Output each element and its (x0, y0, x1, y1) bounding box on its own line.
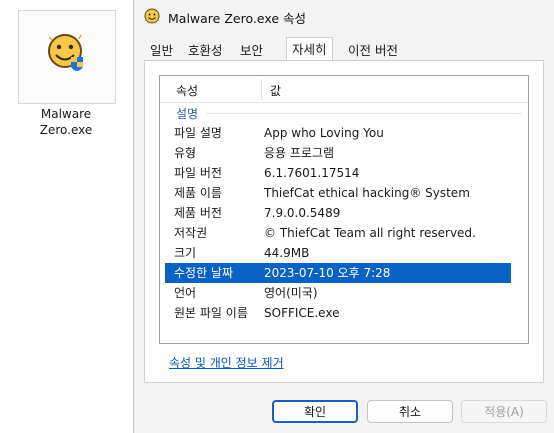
detail-value: App who Loving You (264, 126, 384, 140)
column-divider[interactable] (261, 79, 262, 99)
detail-key: 파일 버전 (174, 166, 222, 180)
column-header-value[interactable]: 값 (270, 82, 281, 99)
detail-value: 응용 프로그램 (264, 146, 335, 160)
cancel-button[interactable]: 취소 (367, 400, 453, 423)
properties-dialog: Malware Zero.exe 속성 일반 호환성 보안 자세히 이전 버전 … (133, 0, 554, 433)
detail-value: 6.1.7601.17514 (264, 166, 360, 180)
detail-value: 7.9.0.0.5489 (264, 206, 341, 220)
detail-value: 2023-07-10 오후 7:28 (264, 266, 391, 280)
tab-security[interactable]: 보안 (234, 39, 270, 60)
desktop-file-name-line2: Zero.exe (39, 123, 93, 137)
list-header: 속성 값 (160, 76, 528, 103)
detail-key: 크기 (174, 246, 197, 260)
smiley-shield-icon (48, 34, 83, 71)
detail-key: 유형 (174, 146, 197, 160)
detail-row-type[interactable]: 유형 응용 프로그램 (160, 143, 528, 163)
detail-key: 제품 이름 (174, 186, 222, 200)
tab-previous-versions[interactable]: 이전 버전 (342, 39, 404, 60)
apply-button[interactable]: 적용(A) (461, 400, 547, 423)
desktop-file-label[interactable]: Malware Zero.exe (18, 106, 114, 138)
detail-row-file-version[interactable]: 파일 버전 6.1.7601.17514 (160, 163, 528, 183)
detail-value: 44.9MB (264, 246, 310, 260)
section-label-description: 설명 (176, 107, 199, 121)
detail-row-product-name[interactable]: 제품 이름 ThiefCat ethical hacking® System (160, 183, 528, 203)
detail-row-product-version[interactable]: 제품 버전 7.9.0.0.5489 (160, 203, 528, 223)
detail-key: 언어 (174, 286, 197, 300)
window-title: Malware Zero.exe 속성 (168, 11, 306, 26)
smiley-app-icon (144, 8, 160, 24)
detail-value: ThiefCat ethical hacking® System (264, 186, 470, 200)
detail-row-file-description[interactable]: 파일 설명 App who Loving You (160, 123, 528, 143)
detail-key: 저작권 (174, 226, 208, 240)
detail-key: 원본 파일 이름 (174, 306, 248, 320)
tab-compatibility[interactable]: 호환성 (182, 39, 229, 60)
details-list[interactable]: 속성 값 설명 파일 설명 App who Loving You 유형 응용 프… (159, 75, 529, 344)
detail-row-copyright[interactable]: 저작권 © ThiefCat Team all right reserved. (160, 223, 528, 243)
detail-value: © ThiefCat Team all right reserved. (264, 226, 476, 240)
details-panel: 속성 값 설명 파일 설명 App who Loving You 유형 응용 프… (144, 60, 544, 383)
detail-key: 제품 버전 (174, 206, 222, 220)
column-header-property[interactable]: 속성 (176, 82, 198, 99)
ok-button[interactable]: 확인 (272, 400, 358, 423)
section-divider (206, 113, 522, 114)
tab-details[interactable]: 자세히 (286, 37, 333, 61)
detail-row-original-filename[interactable]: 원본 파일 이름 SOFFICE.exe (160, 303, 528, 323)
tab-strip: 일반 호환성 보안 자세히 이전 버전 (144, 37, 544, 61)
detail-row-language[interactable]: 언어 영어(미국) (160, 283, 528, 303)
desktop-file-icon-tile[interactable] (18, 10, 116, 104)
remove-properties-link[interactable]: 속성 및 개인 정보 제거 (169, 354, 284, 371)
tab-general[interactable]: 일반 (144, 39, 180, 60)
detail-key: 수정한 날짜 (174, 266, 234, 280)
desktop-file-name-line1: Malware (40, 107, 92, 121)
detail-row-date-modified[interactable]: 수정한 날짜 2023-07-10 오후 7:28 (160, 263, 528, 283)
detail-key: 파일 설명 (174, 126, 222, 140)
title-bar[interactable]: Malware Zero.exe 속성 (134, 0, 554, 32)
detail-row-size[interactable]: 크기 44.9MB (160, 243, 528, 263)
detail-value: SOFFICE.exe (264, 306, 340, 320)
detail-value: 영어(미국) (264, 286, 318, 300)
